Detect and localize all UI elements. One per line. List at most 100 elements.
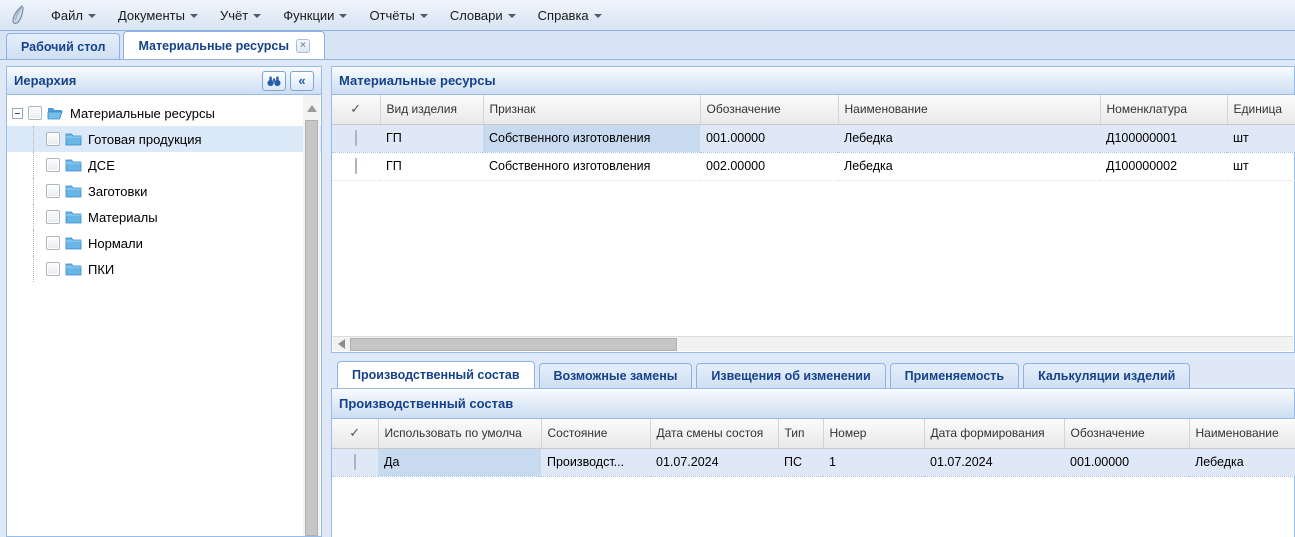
tab-material-resources[interactable]: Материальные ресурсы × bbox=[123, 31, 325, 59]
table-row[interactable]: ГП Собственного изготовления 002.00000 Л… bbox=[332, 152, 1295, 180]
cell-designation[interactable]: 002.00000 bbox=[700, 152, 838, 180]
column-header-designation[interactable]: Обозначение bbox=[700, 95, 838, 124]
column-header-name[interactable]: Наименование bbox=[838, 95, 1100, 124]
menu-reports[interactable]: Отчёты bbox=[358, 4, 438, 27]
select-all-column-header[interactable]: ✓ bbox=[332, 95, 380, 124]
tree-checkbox[interactable] bbox=[46, 236, 60, 250]
tree-node-pki[interactable]: ПКИ bbox=[7, 256, 321, 282]
cell-state[interactable]: Производст... bbox=[541, 448, 650, 476]
row-checkbox-cell[interactable] bbox=[332, 124, 380, 152]
cell-number[interactable]: 1 bbox=[823, 448, 924, 476]
tree-node-normals[interactable]: Нормали bbox=[7, 230, 321, 256]
tree-checkbox[interactable] bbox=[46, 132, 60, 146]
column-header-type[interactable]: Тип bbox=[778, 419, 823, 448]
menu-documents[interactable]: Документы bbox=[107, 4, 209, 27]
hierarchy-panel: Иерархия « Материальные ресурсы bbox=[6, 66, 322, 537]
column-header-use-by-default[interactable]: Использовать по умолча bbox=[378, 419, 541, 448]
tab-change-notices[interactable]: Извещения об изменении bbox=[696, 363, 885, 388]
menu-accounting[interactable]: Учёт bbox=[209, 4, 272, 27]
grid-horizontal-scrollbar[interactable] bbox=[333, 336, 1293, 351]
cell-designation[interactable]: 001.00000 bbox=[700, 124, 838, 152]
cell-designation[interactable]: 001.00000 bbox=[1064, 448, 1189, 476]
collapse-left-icon: « bbox=[298, 74, 305, 87]
select-all-column-header[interactable]: ✓ bbox=[332, 419, 378, 448]
tree-connector bbox=[33, 256, 47, 282]
row-checkbox-cell[interactable] bbox=[332, 152, 380, 180]
collapse-panel-button[interactable]: « bbox=[290, 71, 314, 91]
tab-desktop[interactable]: Рабочий стол bbox=[6, 33, 120, 59]
column-header-attribute[interactable]: Признак bbox=[483, 95, 700, 124]
scroll-left-icon[interactable] bbox=[338, 339, 345, 349]
cell-name[interactable]: Лебедка bbox=[838, 152, 1100, 180]
cell-unit[interactable]: шт bbox=[1227, 152, 1295, 180]
row-checkbox[interactable] bbox=[355, 158, 357, 174]
cell-product-type[interactable]: ГП bbox=[380, 124, 483, 152]
cell-nomenclature[interactable]: Д100000001 bbox=[1100, 124, 1227, 152]
tree-node-label: ПКИ bbox=[88, 262, 114, 277]
tree-node-label: Материальные ресурсы bbox=[70, 106, 215, 121]
tab-applicability[interactable]: Применяемость bbox=[890, 363, 1019, 388]
menu-file[interactable]: Файл bbox=[40, 4, 107, 27]
cell-attribute[interactable]: Собственного изготовления bbox=[483, 152, 700, 180]
tree-node-dse[interactable]: ДСЕ bbox=[7, 152, 321, 178]
tree-checkbox[interactable] bbox=[46, 184, 60, 198]
scrollbar-thumb[interactable] bbox=[350, 338, 677, 351]
menu-functions[interactable]: Функции bbox=[272, 4, 358, 27]
tree-node-finished-goods[interactable]: Готовая продукция bbox=[7, 126, 321, 152]
tree-node-root[interactable]: Материальные ресурсы bbox=[7, 100, 321, 126]
tree-search-button[interactable] bbox=[262, 71, 286, 91]
column-header-designation[interactable]: Обозначение bbox=[1064, 419, 1189, 448]
scrollbar-thumb[interactable] bbox=[305, 120, 318, 536]
column-header-product-type[interactable]: Вид изделия bbox=[380, 95, 483, 124]
row-checkbox-cell[interactable] bbox=[332, 448, 378, 476]
cell-use-by-default[interactable]: Да bbox=[378, 448, 541, 476]
row-checkbox[interactable] bbox=[354, 454, 356, 470]
cell-name[interactable]: Лебедка bbox=[838, 124, 1100, 152]
cell-product-type[interactable]: ГП bbox=[380, 152, 483, 180]
cell-attribute[interactable]: Собственного изготовления bbox=[483, 124, 700, 152]
tree-connector bbox=[33, 152, 47, 178]
column-header-unit[interactable]: Единица bbox=[1227, 95, 1295, 124]
tab-product-calculations[interactable]: Калькуляции изделий bbox=[1023, 363, 1190, 388]
table-row[interactable]: ГП Собственного изготовления 001.00000 Л… bbox=[332, 124, 1295, 152]
menu-dictionaries[interactable]: Словари bbox=[439, 4, 527, 27]
collapse-node-icon[interactable] bbox=[12, 108, 23, 119]
cell-unit[interactable]: шт bbox=[1227, 124, 1295, 152]
close-icon[interactable]: × bbox=[296, 39, 310, 53]
column-header-state[interactable]: Состояние bbox=[541, 419, 650, 448]
tree-vertical-scrollbar[interactable] bbox=[303, 95, 320, 536]
table-row[interactable]: Да Производст... 01.07.2024 ПС 1 01.07.2… bbox=[332, 448, 1295, 476]
row-checkbox[interactable] bbox=[355, 130, 357, 146]
menu-help[interactable]: Справка bbox=[527, 4, 613, 27]
cell-formation-date[interactable]: 01.07.2024 bbox=[924, 448, 1064, 476]
material-resources-header: Материальные ресурсы bbox=[332, 67, 1294, 95]
workspace-tabstrip: Рабочий стол Материальные ресурсы × bbox=[0, 31, 1295, 60]
cell-state-change-date[interactable]: 01.07.2024 bbox=[650, 448, 778, 476]
tree-node-blanks[interactable]: Заготовки bbox=[7, 178, 321, 204]
tab-production-composition[interactable]: Производственный состав bbox=[337, 361, 535, 388]
tree-checkbox[interactable] bbox=[46, 158, 60, 172]
cell-name[interactable]: Лебедка bbox=[1189, 448, 1295, 476]
tree-checkbox[interactable] bbox=[46, 210, 60, 224]
cell-type[interactable]: ПС bbox=[778, 448, 823, 476]
column-header-name[interactable]: Наименование bbox=[1189, 419, 1295, 448]
tab-label: Применяемость bbox=[905, 369, 1004, 383]
material-resources-panel: Материальные ресурсы ✓ Вид изделия Призн… bbox=[331, 66, 1295, 353]
hierarchy-title: Иерархия bbox=[14, 73, 76, 88]
tree-checkbox[interactable] bbox=[28, 106, 42, 120]
cell-nomenclature[interactable]: Д100000002 bbox=[1100, 152, 1227, 180]
column-header-nomenclature[interactable]: Номенклатура bbox=[1100, 95, 1227, 124]
scroll-up-icon[interactable] bbox=[307, 105, 317, 112]
menubar: Файл Документы Учёт Функции Отчёты Слова… bbox=[0, 0, 1295, 31]
hierarchy-panel-header: Иерархия « bbox=[7, 67, 321, 95]
menu-help-label: Справка bbox=[538, 8, 589, 23]
tree-node-materials[interactable]: Материалы bbox=[7, 204, 321, 230]
material-resources-title: Материальные ресурсы bbox=[339, 73, 496, 88]
tree-node-label: Заготовки bbox=[88, 184, 147, 199]
column-header-formation-date[interactable]: Дата формирования bbox=[924, 419, 1064, 448]
column-header-number[interactable]: Номер bbox=[823, 419, 924, 448]
tree-checkbox[interactable] bbox=[46, 262, 60, 276]
tree-connector bbox=[33, 204, 47, 230]
column-header-state-change-date[interactable]: Дата смены состоя bbox=[650, 419, 778, 448]
tab-possible-replacements[interactable]: Возможные замены bbox=[539, 363, 693, 388]
